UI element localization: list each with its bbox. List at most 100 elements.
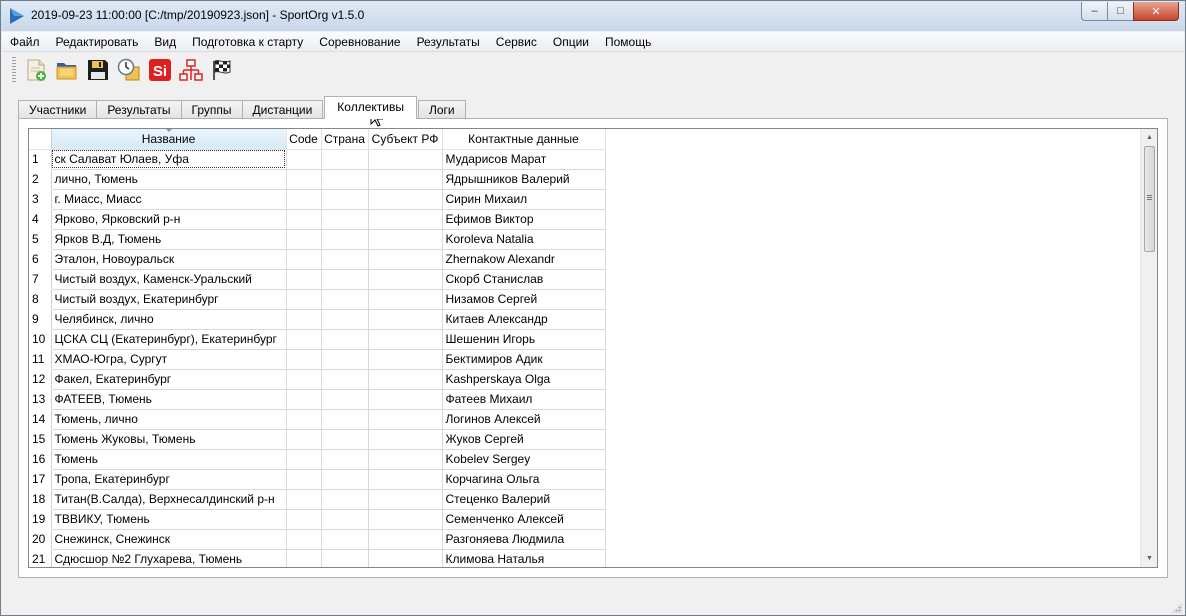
table-row[interactable]: 2 лично, Тюмень Ядрышников Валерий bbox=[29, 169, 606, 190]
cell-region[interactable] bbox=[368, 449, 443, 470]
cell-region[interactable] bbox=[368, 549, 443, 567]
cell-name[interactable]: Челябинск, лично bbox=[51, 309, 287, 330]
row-number[interactable]: 7 bbox=[29, 269, 52, 290]
si-reader-button[interactable]: Si bbox=[146, 56, 174, 84]
cell-code[interactable] bbox=[286, 489, 322, 510]
menu-service[interactable]: Сервис bbox=[488, 32, 545, 52]
cell-country[interactable] bbox=[321, 369, 369, 390]
row-number[interactable]: 14 bbox=[29, 409, 52, 430]
cell-name[interactable]: Тюмень bbox=[51, 449, 287, 470]
tab-logs[interactable]: Логи bbox=[417, 100, 466, 119]
cell-code[interactable] bbox=[286, 529, 322, 550]
cell-country[interactable] bbox=[321, 549, 369, 567]
cell-name[interactable]: Сдюсшор №2 Глухарева, Тюмень bbox=[51, 549, 287, 567]
cell-contact[interactable]: Стеценко Валерий bbox=[442, 489, 606, 510]
table-row[interactable]: 12 Факел, Екатеринбург Kashperskaya Olga bbox=[29, 369, 606, 390]
cell-country[interactable] bbox=[321, 269, 369, 290]
cell-country[interactable] bbox=[321, 489, 369, 510]
cell-region[interactable] bbox=[368, 229, 443, 250]
row-number[interactable]: 12 bbox=[29, 369, 52, 390]
table-row[interactable]: 17 Тропа, Екатеринбург Корчагина Ольга bbox=[29, 469, 606, 490]
table-corner[interactable] bbox=[29, 129, 52, 150]
tab-groups[interactable]: Группы bbox=[180, 100, 243, 119]
row-number[interactable]: 11 bbox=[29, 349, 52, 370]
cell-contact[interactable]: Фатеев Михаил bbox=[442, 389, 606, 410]
cell-code[interactable] bbox=[286, 329, 322, 350]
tab-teams[interactable]: Коллективы bbox=[324, 96, 417, 119]
cell-country[interactable] bbox=[321, 409, 369, 430]
cell-name[interactable]: Тюмень, лично bbox=[51, 409, 287, 430]
cell-region[interactable] bbox=[368, 409, 443, 430]
cell-country[interactable] bbox=[321, 209, 369, 230]
table-row[interactable]: 1 ск Салават Юлаев, Уфа Мударисов Марат bbox=[29, 149, 606, 170]
cell-name[interactable]: Тюмень Жуковы, Тюмень bbox=[51, 429, 287, 450]
table-row[interactable]: 16 Тюмень Kobelev Sergey bbox=[29, 449, 606, 470]
cell-code[interactable] bbox=[286, 349, 322, 370]
cell-code[interactable] bbox=[286, 189, 322, 210]
table-row[interactable]: 7 Чистый воздух, Каменск-Уральский Скорб С… bbox=[29, 269, 606, 290]
tab-courses[interactable]: Дистанции bbox=[241, 100, 324, 119]
row-number[interactable]: 2 bbox=[29, 169, 52, 190]
cell-name[interactable]: ТВВИКУ, Тюмень bbox=[51, 509, 287, 530]
menu-view[interactable]: Вид bbox=[146, 32, 184, 52]
cell-name[interactable]: г. Миасс, Миасс bbox=[51, 189, 287, 210]
table-row[interactable]: 9 Челябинск, лично Китаев Александр bbox=[29, 309, 606, 330]
cell-code[interactable] bbox=[286, 249, 322, 270]
cell-country[interactable] bbox=[321, 389, 369, 410]
cell-name[interactable]: Факел, Екатеринбург bbox=[51, 369, 287, 390]
scroll-down-icon[interactable]: ▼ bbox=[1141, 550, 1157, 567]
row-number[interactable]: 18 bbox=[29, 489, 52, 510]
cell-region[interactable] bbox=[368, 329, 443, 350]
cell-region[interactable] bbox=[368, 309, 443, 330]
cell-code[interactable] bbox=[286, 549, 322, 567]
table-row[interactable]: 8 Чистый воздух, Екатеринбург Низамов Серг… bbox=[29, 289, 606, 310]
row-number[interactable]: 6 bbox=[29, 249, 52, 270]
toolbar-grip[interactable] bbox=[12, 57, 16, 83]
cell-name[interactable]: Ярков В.Д, Тюмень bbox=[51, 229, 287, 250]
cell-region[interactable] bbox=[368, 269, 443, 290]
cell-contact[interactable]: Kobelev Sergey bbox=[442, 449, 606, 470]
row-number[interactable]: 4 bbox=[29, 209, 52, 230]
row-number[interactable]: 3 bbox=[29, 189, 52, 210]
cell-name[interactable]: ск Салават Юлаев, Уфа bbox=[51, 149, 287, 170]
row-number[interactable]: 17 bbox=[29, 469, 52, 490]
row-number[interactable]: 13 bbox=[29, 389, 52, 410]
title-bar[interactable]: 2019-09-23 11:00:00 [C:/tmp/20190923.jso… bbox=[1, 1, 1185, 31]
table-row[interactable]: 6 Эталон, Новоуральск Zhernakow Alexandr bbox=[29, 249, 606, 270]
cell-region[interactable] bbox=[368, 169, 443, 190]
menu-options[interactable]: Опции bbox=[545, 32, 597, 52]
cell-code[interactable] bbox=[286, 289, 322, 310]
cell-code[interactable] bbox=[286, 169, 322, 190]
row-number[interactable]: 9 bbox=[29, 309, 52, 330]
cell-contact[interactable]: Корчагина Ольга bbox=[442, 469, 606, 490]
cell-name[interactable]: Эталон, Новоуральск bbox=[51, 249, 287, 270]
minimize-button[interactable]: – bbox=[1081, 2, 1108, 21]
open-button[interactable] bbox=[53, 56, 81, 84]
table-row[interactable]: 4 Ярково, Ярковский р-н Ефимов Виктор bbox=[29, 209, 606, 230]
cell-country[interactable] bbox=[321, 309, 369, 330]
tab-results[interactable]: Результаты bbox=[96, 100, 182, 119]
cell-contact[interactable]: Zhernakow Alexandr bbox=[442, 249, 606, 270]
cell-code[interactable] bbox=[286, 469, 322, 490]
cell-contact[interactable]: Kashperskaya Olga bbox=[442, 369, 606, 390]
menu-start-preparation[interactable]: Подготовка к старту bbox=[184, 32, 311, 52]
cell-name[interactable]: ХМАО-Югра, Сургут bbox=[51, 349, 287, 370]
cell-region[interactable] bbox=[368, 189, 443, 210]
table-row[interactable]: 13 ФАТЕЕВ, Тюмень Фатеев Михаил bbox=[29, 389, 606, 410]
resize-grip-icon[interactable] bbox=[1172, 603, 1182, 613]
table-row[interactable]: 10 ЦСКА СЦ (Екатеринбург), Екатеринбург Ше… bbox=[29, 329, 606, 350]
cell-region[interactable] bbox=[368, 369, 443, 390]
cell-code[interactable] bbox=[286, 509, 322, 530]
cell-region[interactable] bbox=[368, 209, 443, 230]
finish-button[interactable] bbox=[208, 56, 236, 84]
cell-country[interactable] bbox=[321, 429, 369, 450]
cell-contact[interactable]: Ядрышников Валерий bbox=[442, 169, 606, 190]
scroll-up-icon[interactable]: ▲ bbox=[1141, 129, 1157, 146]
cell-region[interactable] bbox=[368, 389, 443, 410]
cell-contact[interactable]: Скорб Станислав bbox=[442, 269, 606, 290]
cell-code[interactable] bbox=[286, 389, 322, 410]
cell-region[interactable] bbox=[368, 249, 443, 270]
cell-code[interactable] bbox=[286, 209, 322, 230]
row-number[interactable]: 1 bbox=[29, 149, 52, 170]
cell-name[interactable]: Титан(В.Салда), Верхнесалдинский р-н bbox=[51, 489, 287, 510]
